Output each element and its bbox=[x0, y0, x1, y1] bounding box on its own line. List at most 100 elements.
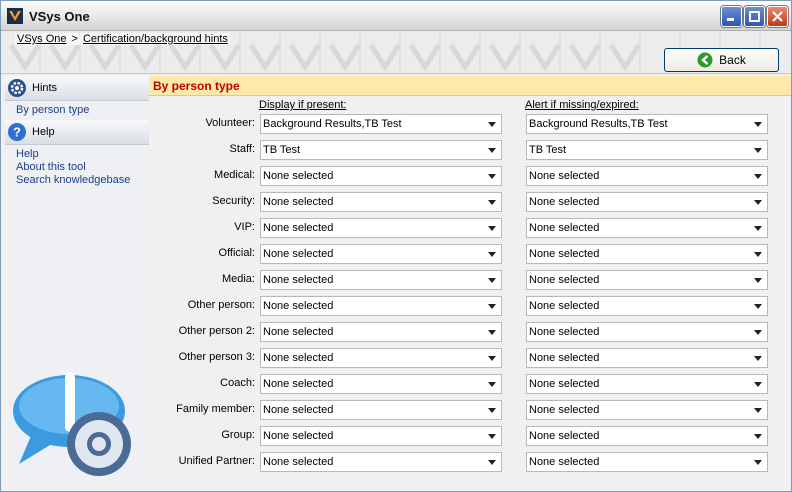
display-dropdown-value: None selected bbox=[263, 456, 334, 468]
display-dropdown[interactable]: None selected bbox=[260, 426, 502, 446]
display-dropdown-value: None selected bbox=[263, 274, 334, 286]
alert-dropdown[interactable]: None selected bbox=[526, 166, 768, 186]
display-dropdown-value: None selected bbox=[263, 196, 334, 208]
alert-dropdown[interactable]: TB Test bbox=[526, 140, 768, 160]
sidebar-item-by-person-type[interactable]: By person type bbox=[5, 104, 149, 117]
dropdown-arrow-icon[interactable] bbox=[483, 349, 501, 367]
dropdown-arrow-icon[interactable] bbox=[749, 297, 767, 315]
dropdown-arrow-icon[interactable] bbox=[749, 219, 767, 237]
dropdown-arrow-icon[interactable] bbox=[749, 141, 767, 159]
app-logo-icon bbox=[7, 8, 23, 24]
dropdown-arrow-icon[interactable] bbox=[483, 245, 501, 263]
hints-section-header[interactable]: Hints bbox=[5, 76, 149, 101]
close-button[interactable] bbox=[767, 6, 788, 27]
help-section-header[interactable]: ? Help bbox=[5, 120, 149, 145]
dropdown-arrow-icon[interactable] bbox=[749, 115, 767, 133]
display-dropdown[interactable]: None selected bbox=[260, 452, 502, 472]
dropdown-arrow-icon[interactable] bbox=[483, 193, 501, 211]
display-dropdown[interactable]: None selected bbox=[260, 296, 502, 316]
back-button-label: Back bbox=[719, 53, 746, 67]
dropdown-arrow-icon[interactable] bbox=[749, 349, 767, 367]
alert-dropdown[interactable]: None selected bbox=[526, 426, 768, 446]
display-dropdown[interactable]: None selected bbox=[260, 166, 502, 186]
breadcrumb: VSys One > Certification/background hints bbox=[15, 33, 230, 45]
dropdown-arrow-icon[interactable] bbox=[483, 453, 501, 471]
row-label: Other person 3: bbox=[178, 351, 255, 363]
dropdown-arrow-icon[interactable] bbox=[483, 167, 501, 185]
display-dropdown[interactable]: Background Results,TB Test bbox=[260, 114, 502, 134]
display-dropdown-value: None selected bbox=[263, 378, 334, 390]
dropdown-arrow-icon[interactable] bbox=[483, 401, 501, 419]
breadcrumb-current-link[interactable]: Certification/background hints bbox=[83, 33, 228, 45]
dropdown-arrow-icon[interactable] bbox=[749, 453, 767, 471]
alert-dropdown[interactable]: None selected bbox=[526, 270, 768, 290]
row-label: VIP: bbox=[234, 221, 255, 233]
close-icon bbox=[772, 11, 783, 22]
dropdown-arrow-icon[interactable] bbox=[749, 375, 767, 393]
minimize-button[interactable] bbox=[721, 6, 742, 27]
display-dropdown-value: None selected bbox=[263, 248, 334, 260]
alert-dropdown[interactable]: None selected bbox=[526, 322, 768, 342]
dropdown-arrow-icon[interactable] bbox=[749, 193, 767, 211]
display-dropdown[interactable]: None selected bbox=[260, 374, 502, 394]
sidebar: Hints By person type ? Help Help About t… bbox=[5, 76, 149, 488]
display-dropdown[interactable]: None selected bbox=[260, 244, 502, 264]
alert-dropdown[interactable]: None selected bbox=[526, 348, 768, 368]
dropdown-arrow-icon[interactable] bbox=[483, 219, 501, 237]
alert-dropdown[interactable]: None selected bbox=[526, 374, 768, 394]
dropdown-arrow-icon[interactable] bbox=[483, 375, 501, 393]
alert-dropdown-value: None selected bbox=[529, 378, 600, 390]
title-bar[interactable]: VSys One bbox=[1, 1, 791, 31]
breadcrumb-home-link[interactable]: VSys One bbox=[17, 33, 67, 45]
row-label: Media: bbox=[221, 273, 255, 285]
display-dropdown-value: TB Test bbox=[263, 144, 301, 156]
dropdown-arrow-icon[interactable] bbox=[483, 115, 501, 133]
dropdown-arrow-icon[interactable] bbox=[483, 271, 501, 289]
row-label: Volunteer: bbox=[205, 117, 255, 129]
alert-dropdown-value: None selected bbox=[529, 248, 600, 260]
alert-dropdown[interactable]: None selected bbox=[526, 244, 768, 264]
dropdown-arrow-icon[interactable] bbox=[749, 323, 767, 341]
alert-dropdown-value: None selected bbox=[529, 352, 600, 364]
alert-dropdown[interactable]: None selected bbox=[526, 192, 768, 212]
maximize-button[interactable] bbox=[744, 6, 765, 27]
alert-dropdown-value: None selected bbox=[529, 430, 600, 442]
display-dropdown-value: None selected bbox=[263, 222, 334, 234]
display-column-header: Display if present: bbox=[259, 99, 347, 111]
display-dropdown[interactable]: TB Test bbox=[260, 140, 502, 160]
display-dropdown-value: None selected bbox=[263, 300, 334, 312]
dropdown-arrow-icon[interactable] bbox=[483, 427, 501, 445]
display-dropdown[interactable]: None selected bbox=[260, 270, 502, 290]
back-button[interactable]: Back bbox=[664, 48, 779, 72]
dropdown-arrow-icon[interactable] bbox=[483, 297, 501, 315]
alert-dropdown[interactable]: Background Results,TB Test bbox=[526, 114, 768, 134]
dropdown-arrow-icon[interactable] bbox=[749, 401, 767, 419]
display-dropdown-value: None selected bbox=[263, 430, 334, 442]
display-dropdown[interactable]: None selected bbox=[260, 348, 502, 368]
display-dropdown-value: Background Results,TB Test bbox=[263, 118, 402, 130]
display-dropdown[interactable]: None selected bbox=[260, 400, 502, 420]
display-dropdown[interactable]: None selected bbox=[260, 322, 502, 342]
dropdown-arrow-icon[interactable] bbox=[749, 167, 767, 185]
header-banner: VSys One > Certification/background hints … bbox=[1, 31, 791, 74]
dropdown-arrow-icon[interactable] bbox=[483, 141, 501, 159]
dropdown-arrow-icon[interactable] bbox=[749, 427, 767, 445]
row-label: Other person 2: bbox=[178, 325, 255, 337]
display-dropdown[interactable]: None selected bbox=[260, 218, 502, 238]
alert-dropdown[interactable]: None selected bbox=[526, 218, 768, 238]
sidebar-item-help[interactable]: Help bbox=[5, 148, 149, 161]
sidebar-item-search-knowledgebase[interactable]: Search knowledgebase bbox=[5, 174, 149, 187]
alert-dropdown[interactable]: None selected bbox=[526, 452, 768, 472]
main-panel: By person type Display if present: Alert… bbox=[149, 76, 791, 488]
dropdown-arrow-icon[interactable] bbox=[749, 245, 767, 263]
alert-dropdown[interactable]: None selected bbox=[526, 400, 768, 420]
dropdown-arrow-icon[interactable] bbox=[483, 323, 501, 341]
dropdown-arrow-icon[interactable] bbox=[749, 271, 767, 289]
alert-dropdown-value: Background Results,TB Test bbox=[529, 118, 668, 130]
display-dropdown[interactable]: None selected bbox=[260, 192, 502, 212]
sidebar-item-about[interactable]: About this tool bbox=[5, 161, 149, 174]
hints-gear-icon bbox=[8, 79, 26, 97]
alert-dropdown[interactable]: None selected bbox=[526, 296, 768, 316]
maximize-icon bbox=[749, 11, 760, 22]
alert-dropdown-value: None selected bbox=[529, 196, 600, 208]
